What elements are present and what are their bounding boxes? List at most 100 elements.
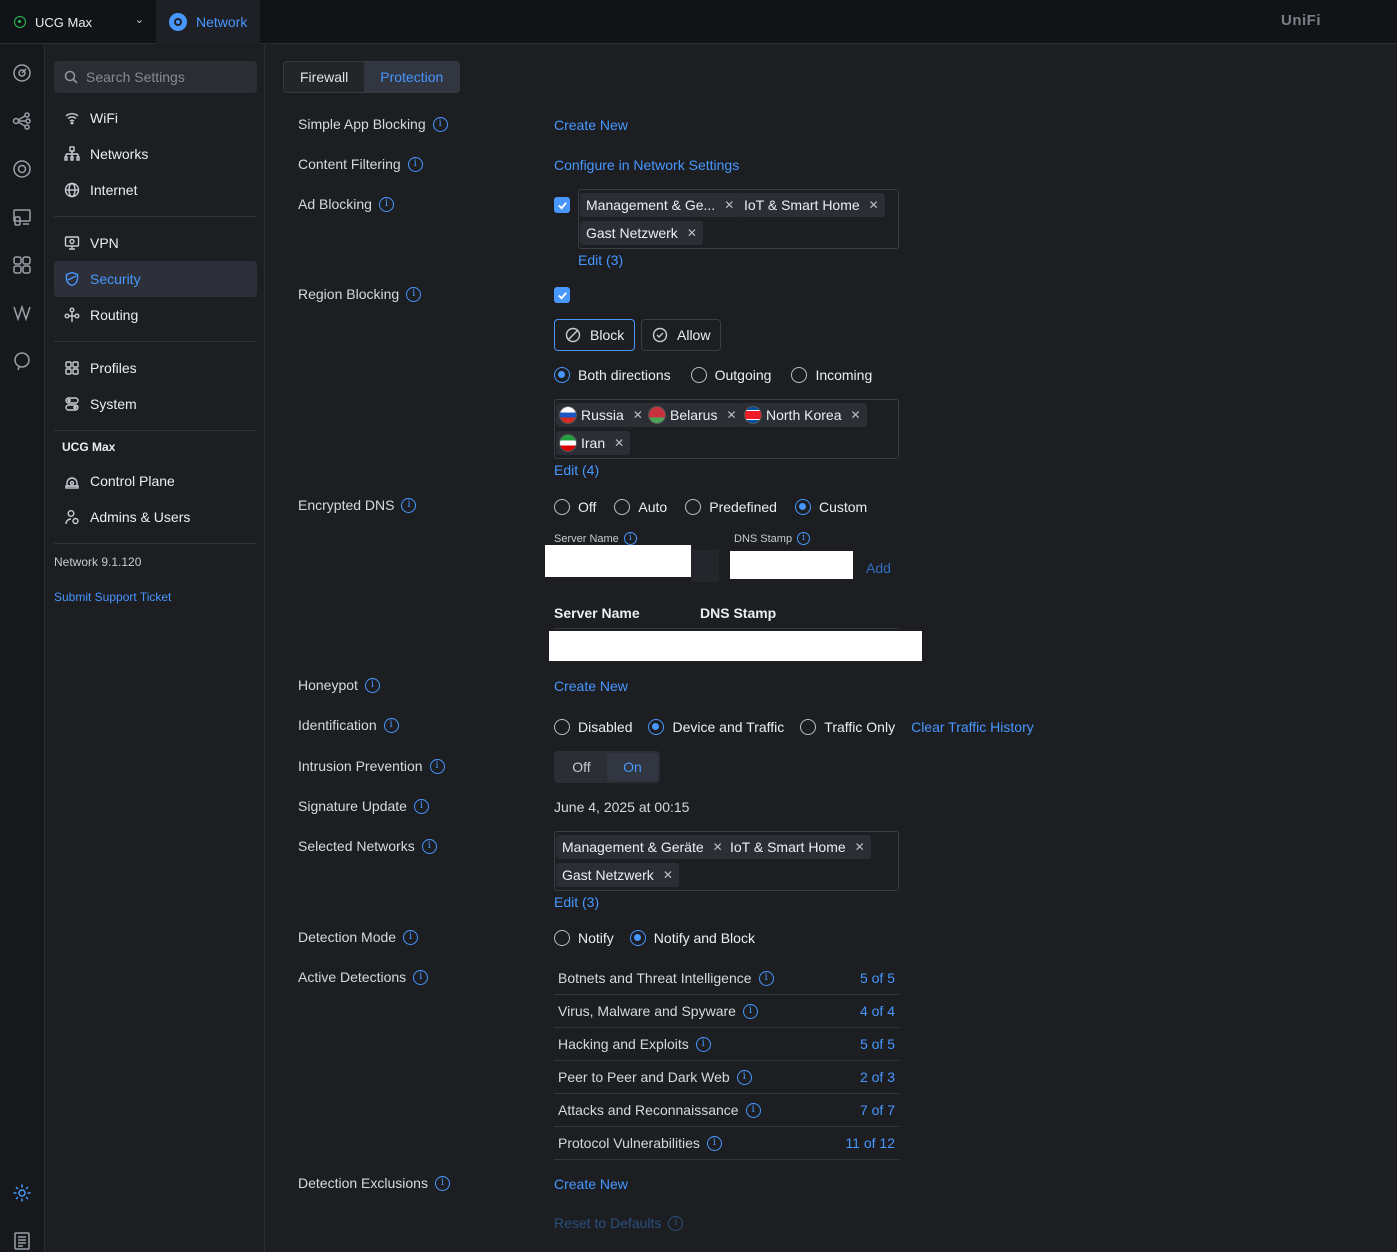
info-icon[interactable]: i <box>736 1069 752 1085</box>
toggle-off[interactable]: Off <box>556 753 607 781</box>
selected-networks-box[interactable]: Management & Geräte ✕ IoT & Smart Home ✕ G… <box>554 831 899 891</box>
info-icon[interactable]: i <box>413 798 429 814</box>
info-icon[interactable]: i <box>797 532 811 545</box>
sidebar-item-control-plane[interactable]: Control Plane <box>54 463 257 499</box>
intrusion-prevention-toggle[interactable]: Off On <box>554 751 660 783</box>
radio-disabled[interactable]: Disabled <box>554 719 632 735</box>
region-allow-button[interactable]: Allow <box>641 319 722 351</box>
detection-row[interactable]: Protocol Vulnerabilities i 11 of 12 <box>554 1127 899 1160</box>
sidebar-item-security[interactable]: Security <box>54 261 257 297</box>
region-block-button[interactable]: Block <box>554 319 636 351</box>
detection-row[interactable]: Virus, Malware and Spyware i 4 of 4 <box>554 995 899 1028</box>
dashboard-icon[interactable] <box>11 62 33 84</box>
close-icon[interactable]: ✕ <box>724 198 734 212</box>
sidebar-item-label: System <box>90 396 137 412</box>
ad-blocking-checkbox[interactable] <box>554 197 570 213</box>
info-icon[interactable]: i <box>432 116 448 132</box>
info-icon[interactable]: i <box>434 1175 450 1191</box>
radio-dns-off[interactable]: Off <box>554 499 596 515</box>
settings-icon[interactable] <box>11 1182 33 1204</box>
detection-exclusions-create-link[interactable]: Create New <box>554 1176 628 1192</box>
toggle-on[interactable]: On <box>607 753 658 781</box>
detection-row[interactable]: Hacking and Exploits i 5 of 5 <box>554 1028 899 1061</box>
info-icon[interactable]: i <box>364 677 380 693</box>
devices-icon[interactable] <box>11 158 33 180</box>
sidebar-item-wifi[interactable]: WiFi <box>54 100 257 136</box>
simple-app-blocking-create-link[interactable]: Create New <box>554 117 628 133</box>
close-icon[interactable]: ✕ <box>850 408 860 422</box>
logs-icon[interactable] <box>11 1230 33 1252</box>
info-icon[interactable]: i <box>429 758 445 774</box>
content-filtering-configure-link[interactable]: Configure in Network Settings <box>554 157 739 173</box>
selected-networks-edit-link[interactable]: Edit (3) <box>554 894 599 910</box>
close-icon[interactable]: ✕ <box>855 840 865 854</box>
info-icon[interactable]: i <box>383 717 399 733</box>
topology-icon[interactable] <box>11 110 33 132</box>
region-blocking-checkbox[interactable] <box>554 287 570 303</box>
insights-icon[interactable] <box>11 254 33 276</box>
radio-both-directions[interactable]: Both directions <box>554 367 671 383</box>
close-icon[interactable]: ✕ <box>663 868 673 882</box>
sidebar-item-vpn[interactable]: VPN <box>54 225 257 261</box>
close-icon[interactable]: ✕ <box>687 226 697 240</box>
tab-protection[interactable]: Protection <box>364 62 460 92</box>
radio-notify[interactable]: Notify <box>554 930 614 946</box>
sidebar-item-system[interactable]: System <box>54 386 257 422</box>
sidebar-item-admins-users[interactable]: Admins & Users <box>54 499 257 535</box>
alerts-icon[interactable] <box>11 350 33 372</box>
reset-to-defaults-button[interactable]: Reset to Defaults i <box>554 1215 684 1231</box>
honeypot-create-link[interactable]: Create New <box>554 678 628 694</box>
region-countries-box[interactable]: Russia ✕ Belarus ✕ North Korea ✕ Iran ✕ <box>554 399 899 459</box>
close-icon[interactable]: ✕ <box>726 408 736 422</box>
radio-dns-custom[interactable]: Custom <box>794 499 867 515</box>
radio-traffic-only[interactable]: Traffic Only <box>800 719 895 735</box>
radio-dns-predefined[interactable]: Predefined <box>685 499 777 515</box>
detection-row[interactable]: Peer to Peer and Dark Web i 2 of 3 <box>554 1061 899 1094</box>
info-icon[interactable]: i <box>758 970 774 986</box>
info-icon[interactable]: i <box>695 1036 711 1052</box>
sidebar-item-internet[interactable]: Internet <box>54 172 257 208</box>
support-ticket-link[interactable]: Submit Support Ticket <box>54 590 171 604</box>
sidebar-item-profiles[interactable]: Profiles <box>54 350 257 386</box>
info-icon[interactable]: i <box>742 1003 758 1019</box>
radio-notify-and-block[interactable]: Notify and Block <box>629 930 755 946</box>
clear-traffic-history-link[interactable]: Clear Traffic History <box>911 719 1034 735</box>
search-box[interactable] <box>54 61 257 93</box>
close-icon[interactable]: ✕ <box>633 408 643 422</box>
info-icon[interactable]: i <box>413 969 429 985</box>
info-icon[interactable]: i <box>421 838 437 854</box>
radio-dns-auto[interactable]: Auto <box>614 499 667 515</box>
client-devices-icon[interactable] <box>11 206 33 228</box>
ad-blocking-networks-box[interactable]: Management & Ge... ✕ IoT & Smart Home ✕ Ga… <box>578 189 899 249</box>
sidebar-item-networks[interactable]: Networks <box>54 136 257 172</box>
country-tag: Russia ✕ <box>556 403 649 427</box>
server-name-input[interactable] <box>545 545 691 577</box>
ad-blocking-edit-link[interactable]: Edit (3) <box>578 252 623 268</box>
add-dns-button[interactable]: Add <box>866 560 891 576</box>
radio-incoming[interactable]: Incoming <box>791 367 872 383</box>
site-switcher[interactable]: UCG Max ⌄ <box>0 0 156 44</box>
info-icon[interactable]: i <box>406 286 422 302</box>
info-icon[interactable]: i <box>401 497 417 513</box>
info-icon[interactable]: i <box>378 196 394 212</box>
close-icon[interactable]: ✕ <box>713 840 723 854</box>
info-icon[interactable]: i <box>623 532 637 545</box>
content-filtering-label: Content Filtering i <box>298 156 423 172</box>
detection-row[interactable]: Botnets and Threat Intelligence i 5 of 5 <box>554 962 899 995</box>
detection-row[interactable]: Attacks and Reconnaissance i 7 of 7 <box>554 1094 899 1127</box>
close-icon[interactable]: ✕ <box>614 436 624 450</box>
radio-outgoing[interactable]: Outgoing <box>690 367 771 383</box>
close-icon[interactable]: ✕ <box>869 198 879 212</box>
dns-stamp-input[interactable] <box>730 551 853 579</box>
info-icon[interactable]: i <box>706 1135 722 1151</box>
search-input[interactable] <box>86 69 246 85</box>
app-tab-network[interactable]: Network <box>156 0 260 44</box>
info-icon[interactable]: i <box>407 156 423 172</box>
radio-device-and-traffic[interactable]: Device and Traffic <box>648 719 784 735</box>
info-icon[interactable]: i <box>403 929 419 945</box>
info-icon[interactable]: i <box>745 1102 761 1118</box>
region-blocking-edit-link[interactable]: Edit (4) <box>554 462 599 478</box>
sidebar-item-routing[interactable]: Routing <box>54 297 257 333</box>
radio-manager-icon[interactable] <box>11 302 33 324</box>
tab-firewall[interactable]: Firewall <box>284 62 364 92</box>
